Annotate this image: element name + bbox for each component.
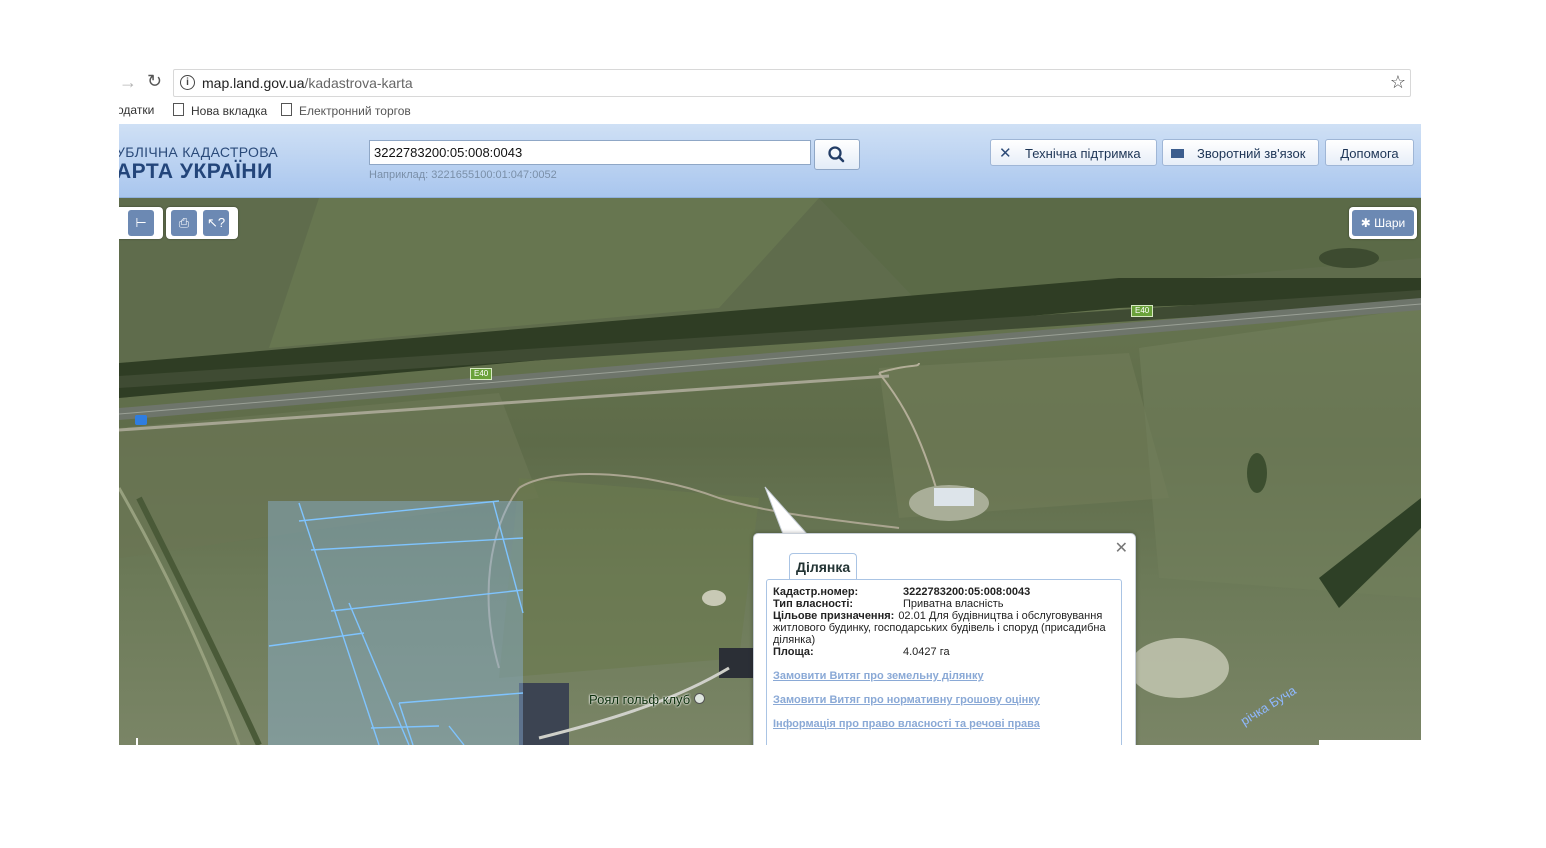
- bookmark-new-tab[interactable]: Нова вкладка: [173, 103, 267, 118]
- bookmark-label: Нова вкладка: [191, 104, 268, 118]
- url-field[interactable]: i map.land.gov.ua/kadastrova-karta ☆: [173, 69, 1411, 97]
- field-label: Цільове призначення:: [773, 610, 895, 622]
- golf-club-label[interactable]: Роял гольф клуб: [589, 692, 705, 707]
- reload-icon[interactable]: ↻: [147, 71, 162, 92]
- field-row: Площа:: [773, 646, 814, 658]
- support-button[interactable]: ✕ Технічна підтримка: [990, 139, 1157, 166]
- field-label: Тип власності:: [773, 598, 854, 610]
- layers-button[interactable]: ✱ Шари: [1349, 207, 1417, 239]
- feedback-label: Зворотний зв'язок: [1197, 146, 1306, 161]
- tab-parcel[interactable]: Ділянка: [789, 553, 858, 580]
- cadastral-search-input[interactable]: 3222783200:05:008:0043: [369, 140, 811, 165]
- ownership-info-link[interactable]: Інформація про право власності та речові…: [773, 718, 1040, 730]
- pointer-question-icon: ↖?: [206, 215, 226, 230]
- field-row: Тип власності:: [773, 598, 853, 610]
- area-value: 4.0427 га: [903, 646, 950, 658]
- ruler-icon: ⊢: [135, 215, 147, 230]
- bookmark-trade[interactable]: Електронний торгов: [281, 103, 411, 118]
- tools-icon: ✕: [999, 145, 1012, 162]
- search-button[interactable]: [814, 139, 860, 170]
- forward-icon[interactable]: →: [119, 72, 137, 93]
- field-label: Площа:: [773, 646, 814, 658]
- parcel-info-popup: ✕ Ділянка Кадастр.номер: 3222783200:05:0…: [753, 533, 1136, 745]
- url-host: map.land.gov.ua: [202, 75, 305, 91]
- map-canvas[interactable]: ⊢ ⎙ ↖? ✱ Шари E40 E40 Роял гольф клуб рі…: [119, 198, 1421, 745]
- cadastral-number-value: 3222783200:05:008:0043: [903, 586, 1031, 598]
- bookmark-label: Електронний торгов: [299, 104, 411, 118]
- measure-distance-tool[interactable]: ⊢: [128, 210, 154, 236]
- measure-toolgroup: ⊢: [119, 207, 163, 239]
- road-label: E40: [470, 368, 493, 380]
- feedback-button[interactable]: Зворотний зв'язок: [1162, 139, 1319, 166]
- search-hint: Наприклад: 3221655100:01:047:0052: [369, 169, 557, 181]
- search-icon: [828, 146, 845, 163]
- support-label: Технічна підтримка: [1025, 146, 1141, 161]
- purpose-row: Цільове призначення: 02.01 Для будівництв…: [773, 610, 1118, 646]
- ownership-type-value: Приватна власність: [903, 598, 1004, 610]
- help-label: Допомога: [1340, 146, 1399, 161]
- bookmarks-bar: одатки Нова вкладка Електронний торгов: [119, 97, 1421, 124]
- site-header: УБЛІЧНА КАДАСТРОВА АРТА УКРАЇНИ 32227832…: [119, 124, 1421, 198]
- url-path: /kadastrova-karta: [304, 75, 413, 91]
- envelope-icon: [1171, 149, 1184, 158]
- page-icon: [173, 103, 184, 116]
- address-bar-row: → ↻ i map.land.gov.ua/kadastrova-karta ☆: [119, 69, 1421, 97]
- order-extract-link[interactable]: Замовити Витяг про земельну ділянку: [773, 670, 984, 682]
- identify-tool[interactable]: ↖?: [203, 210, 229, 236]
- popup-content: Кадастр.номер: 3222783200:05:008:0043 Ти…: [766, 579, 1122, 745]
- close-icon[interactable]: ✕: [1115, 538, 1128, 558]
- logo-line1: УБЛІЧНА КАДАСТРОВА: [119, 144, 279, 160]
- info-icon[interactable]: i: [180, 75, 195, 90]
- layers-label: Шари: [1374, 216, 1406, 230]
- order-valuation-link[interactable]: Замовити Витяг про нормативну грошову оц…: [773, 694, 1040, 706]
- field-row: Кадастр.номер:: [773, 586, 858, 598]
- bookmark-star-icon[interactable]: ☆: [1390, 72, 1406, 93]
- field-label: Кадастр.номер:: [773, 586, 859, 598]
- bookmark-apps[interactable]: одатки: [119, 103, 154, 117]
- print-info-toolgroup: ⎙ ↖?: [166, 207, 238, 239]
- page-icon: [281, 103, 292, 116]
- road-label: E40: [1131, 305, 1154, 317]
- printer-icon: ⎙: [178, 215, 190, 230]
- help-button[interactable]: Допомога: [1325, 139, 1414, 166]
- print-button[interactable]: ⎙: [171, 210, 197, 236]
- browser-window: → ↻ i map.land.gov.ua/kadastrova-karta ☆…: [119, 69, 1421, 745]
- gear-icon: ✱: [1360, 216, 1371, 230]
- poi-icon: [693, 693, 705, 704]
- logo-line2: АРТА УКРАЇНИ: [119, 160, 273, 183]
